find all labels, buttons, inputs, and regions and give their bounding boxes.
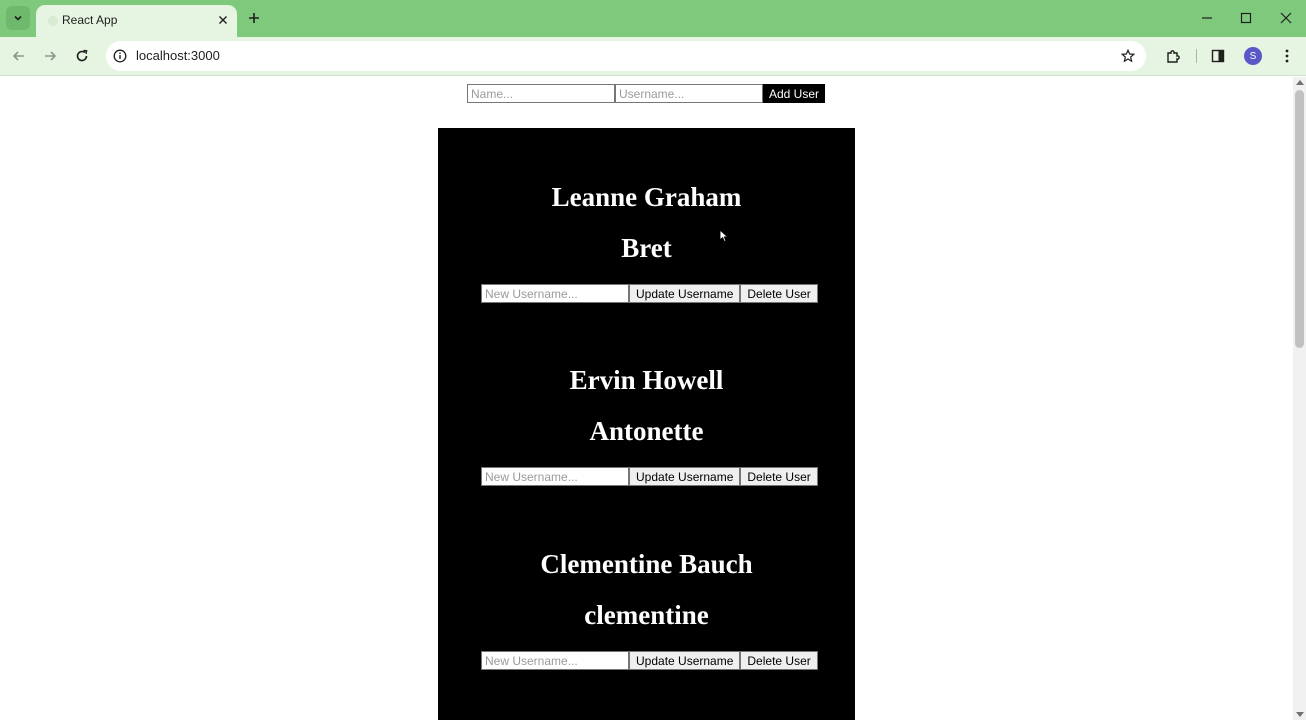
delete-user-button[interactable]: Delete User [740,284,818,303]
side-panel-button[interactable] [1208,46,1228,66]
tab-bar: React App [0,0,1306,37]
user-username: clementine [584,600,709,630]
browser-toolbar: localhost:3000 S [0,37,1306,76]
more-vertical-icon [1285,49,1289,63]
address-bar[interactable]: localhost:3000 [106,41,1146,71]
reload-icon [76,49,88,62]
close-icon [1280,12,1292,24]
site-info-button[interactable] [112,48,128,64]
update-username-button[interactable]: Update Username [629,284,741,303]
close-icon [219,16,227,24]
page-scrollbar[interactable] [1293,77,1306,720]
add-user-form: Add User [467,84,825,103]
toolbar-divider [1196,49,1197,63]
delete-user-button[interactable]: Delete User [740,651,818,670]
page-viewport: Add User Leanne Graham Bret Update Usern… [0,77,1293,720]
side-panel-icon [1211,49,1225,63]
forward-button[interactable] [39,45,61,67]
user-username: Antonette [589,416,704,446]
user-card: Leanne Graham Bret Update Username Delet… [438,128,855,303]
back-button[interactable] [8,45,30,67]
user-name: Clementine Bauch [540,549,753,579]
arrow-right-icon [45,51,57,61]
profile-avatar[interactable]: S [1244,47,1262,65]
name-input[interactable] [467,84,615,103]
tab-title: React App [62,13,118,27]
bookmark-button[interactable] [1119,47,1137,65]
update-username-button[interactable]: Update Username [629,467,741,486]
info-icon [113,49,127,63]
scroll-down-arrow-icon[interactable] [1296,712,1304,717]
tab-search-button[interactable] [6,6,30,30]
new-username-input[interactable] [481,651,629,670]
maximize-icon [1240,12,1252,24]
user-name: Ervin Howell [569,365,724,395]
reload-button[interactable] [71,45,93,67]
user-name: Leanne Graham [551,182,742,212]
puzzle-icon [1167,50,1180,63]
arrow-left-icon [12,51,24,61]
extensions-button[interactable] [1163,46,1183,66]
new-username-input[interactable] [481,467,629,486]
user-card: Ervin Howell Antonette Update Username D… [438,311,855,486]
user-card: Clementine Bauch clementine Update Usern… [438,495,855,670]
scrollbar-thumb[interactable] [1295,90,1304,348]
minimize-button[interactable] [1197,8,1217,28]
update-username-button[interactable]: Update Username [629,651,741,670]
mouse-cursor-icon [719,229,729,243]
star-icon [1121,49,1135,63]
chevron-down-icon [14,15,22,21]
maximize-button[interactable] [1236,8,1256,28]
user-list: Leanne Graham Bret Update Username Delet… [438,128,855,720]
tab-close-button[interactable] [215,12,231,28]
new-tab-button[interactable] [244,8,264,28]
delete-user-button[interactable]: Delete User [740,467,818,486]
user-actions: Update Username Delete User [481,651,818,670]
user-actions: Update Username Delete User [481,467,818,486]
add-user-button[interactable]: Add User [763,84,825,103]
favicon-icon [48,16,58,26]
user-actions: Update Username Delete User [481,284,818,303]
scroll-up-arrow-icon[interactable] [1296,80,1304,85]
url-text[interactable]: localhost:3000 [136,48,220,63]
new-username-input[interactable] [481,284,629,303]
close-window-button[interactable] [1276,8,1296,28]
minimize-icon [1202,17,1212,19]
tab-react-app[interactable]: React App [36,5,237,37]
username-input[interactable] [615,84,763,103]
user-username: Bret [621,233,672,263]
plus-icon [249,13,259,23]
browser-menu-button[interactable] [1277,46,1297,66]
